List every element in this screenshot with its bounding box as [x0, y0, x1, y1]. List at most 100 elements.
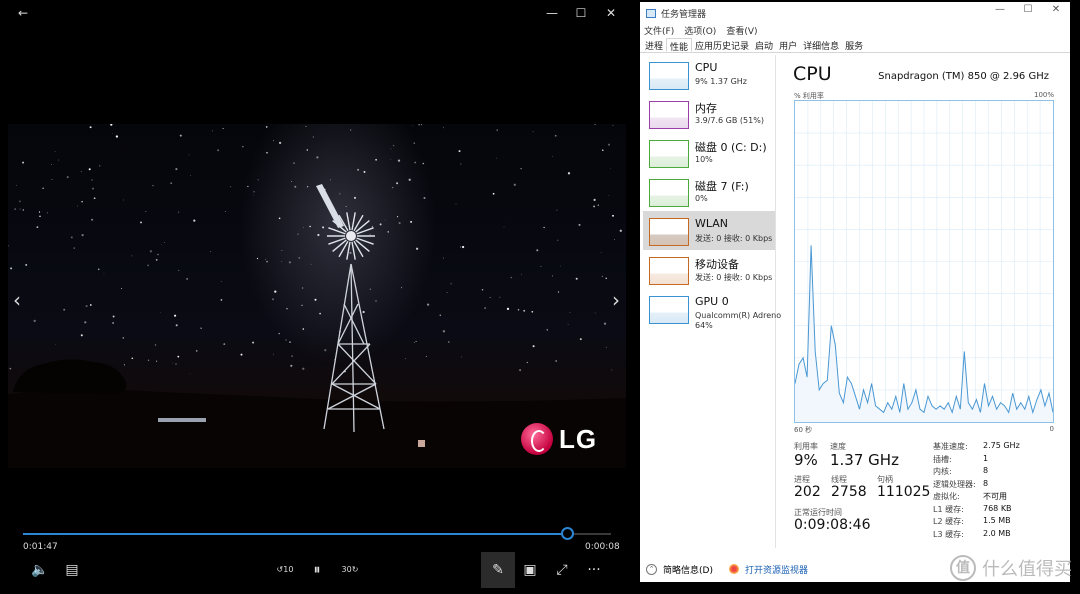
tm-maximize-button[interactable]: ☐: [1014, 4, 1042, 15]
menu-options[interactable]: 选项(O): [684, 24, 716, 38]
star: [605, 346, 607, 348]
menu-view[interactable]: 查看(V): [726, 24, 757, 38]
star: [36, 226, 39, 229]
menu-bar: 文件(F) 选项(O) 查看(V): [640, 24, 1070, 38]
star: [317, 233, 320, 237]
star: [455, 203, 457, 205]
tab-startup[interactable]: 启动: [752, 38, 776, 52]
sidebar-item[interactable]: GPU 0 Qualcomm(R) Adreno 64%: [643, 289, 781, 330]
close-button[interactable]: ✕: [600, 4, 622, 22]
open-resource-monitor-link[interactable]: 打开资源监视器: [745, 563, 808, 576]
star: [521, 273, 522, 275]
star: [273, 140, 275, 142]
windmill-blade: [346, 212, 351, 231]
cpu-graph-svg: [795, 101, 1053, 422]
star: [39, 215, 41, 218]
star: [281, 261, 283, 262]
star: [115, 135, 119, 138]
star: [164, 242, 166, 243]
tab-details[interactable]: 详细信息: [800, 38, 842, 52]
sidebar-thumbnail-graph: [649, 140, 689, 168]
star: [175, 324, 178, 327]
star: [257, 179, 259, 181]
star: [569, 311, 571, 313]
sidebar-item[interactable]: 磁盘 0 (C: D:) 10%: [643, 133, 775, 172]
maximize-button[interactable]: ☐: [570, 4, 592, 22]
sidebar-item-subtitle: 3.9/7.6 GB (51%): [695, 116, 764, 125]
tm-close-button[interactable]: ✕: [1042, 4, 1070, 15]
star: [390, 159, 392, 160]
star: [523, 309, 526, 312]
tab-users[interactable]: 用户: [776, 38, 800, 52]
sidebar-thumbnail-graph: [649, 179, 689, 207]
tm-minimize-button[interactable]: —: [986, 4, 1014, 15]
more-options-button[interactable]: ···: [582, 560, 606, 580]
star: [421, 124, 422, 126]
collapse-icon[interactable]: ⌃: [646, 563, 657, 575]
star: [552, 155, 553, 157]
volume-button[interactable]: 🔈: [28, 560, 52, 580]
subtitles-button[interactable]: ▤: [60, 560, 84, 580]
video-frame[interactable]: [8, 124, 626, 468]
star: [543, 226, 545, 229]
rewind-10-button[interactable]: ↺10: [273, 560, 297, 580]
pause-button[interactable]: ⏸: [305, 560, 329, 580]
spec-value: 1: [983, 453, 989, 463]
star: [33, 319, 36, 323]
star: [19, 200, 21, 203]
mini-view-button[interactable]: ▣: [518, 560, 542, 580]
star: [439, 314, 442, 316]
star: [357, 168, 360, 171]
sidebar-item[interactable]: 移动设备 发送: 0 接收: 0 Kbps: [643, 250, 775, 289]
star: [612, 124, 614, 126]
windmill-blade: [351, 212, 356, 231]
star: [602, 149, 604, 151]
fullscreen-button[interactable]: ⤢: [550, 560, 574, 580]
star: [200, 327, 202, 329]
tab-app-history[interactable]: 应用历史记录: [692, 38, 752, 52]
star: [506, 307, 510, 311]
star: [172, 362, 174, 364]
tab-services[interactable]: 服务: [842, 38, 866, 52]
sidebar-item-subtitle: 10%: [695, 155, 713, 164]
sidebar-item[interactable]: 磁盘 7 (F:) 0%: [643, 172, 775, 211]
star: [190, 175, 192, 176]
star: [415, 247, 419, 250]
star: [339, 193, 341, 195]
seek-bar-thumb[interactable]: [560, 527, 574, 540]
star: [121, 287, 123, 289]
star: [613, 239, 615, 240]
next-arrow-icon[interactable]: ›: [606, 288, 626, 312]
edit-button[interactable]: ✎: [481, 552, 515, 588]
less-details-link[interactable]: 简略信息(D): [663, 563, 713, 576]
previous-arrow-icon[interactable]: ‹: [7, 288, 27, 312]
star: [426, 303, 430, 306]
sidebar-item[interactable]: WLAN 发送: 0 接收: 0 Kbps: [643, 211, 775, 250]
menu-file[interactable]: 文件(F): [644, 24, 674, 38]
star: [536, 249, 539, 252]
star: [291, 355, 293, 357]
minimize-button[interactable]: —: [541, 4, 563, 22]
tab-bar: 进程 性能 应用历史记录 启动 用户 详细信息 服务: [640, 38, 1070, 53]
utilization-value: 9%: [794, 451, 818, 469]
video-player-window: ← — ☐ ✕ ‹ › LG 0:01:47 0:00:08 🔈 ▤ ↺10 ⏸…: [0, 0, 630, 594]
star: [619, 229, 622, 232]
star: [22, 161, 25, 164]
tab-performance[interactable]: 性能: [666, 38, 693, 53]
star: [520, 167, 522, 170]
star: [413, 142, 416, 144]
star: [513, 183, 516, 186]
lg-face-icon: [521, 423, 553, 455]
star: [110, 124, 113, 126]
forward-30-button[interactable]: 30↻: [338, 560, 362, 580]
sidebar-item[interactable]: CPU 9% 1.37 GHz: [643, 55, 775, 94]
windmill-blade: [351, 241, 356, 260]
star: [230, 186, 232, 188]
star: [306, 149, 309, 151]
seek-bar[interactable]: [23, 527, 611, 540]
sidebar-item[interactable]: 内存 3.9/7.6 GB (51%): [643, 94, 775, 133]
sidebar-item-subtitle: 发送: 0 接收: 0 Kbps: [695, 273, 773, 282]
back-button[interactable]: ←: [12, 4, 34, 22]
tab-processes[interactable]: 进程: [642, 38, 666, 52]
sidebar-item-subtitle: 0%: [695, 194, 708, 203]
